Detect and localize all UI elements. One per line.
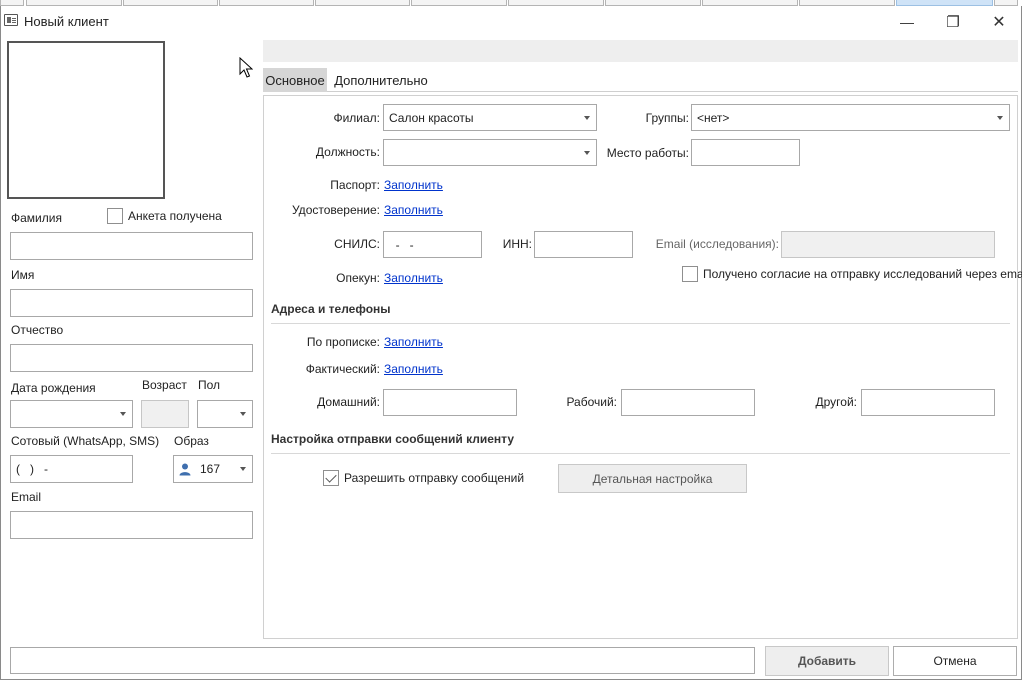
mobile-input[interactable]: ( ) - — [10, 455, 133, 483]
chevron-down-icon — [120, 412, 126, 416]
guardian-fill-link[interactable]: Заполнить — [384, 271, 443, 285]
mobile-label: Сотовый (WhatsApp, SMS) — [11, 434, 160, 448]
background-tab — [702, 0, 798, 6]
actual-address-link[interactable]: Заполнить — [384, 362, 443, 376]
position-dropdown[interactable] — [383, 139, 597, 166]
allow-messages-checkbox[interactable] — [323, 470, 339, 486]
groups-value: <нет> — [697, 110, 730, 125]
background-tab — [0, 0, 24, 6]
user-icon — [179, 463, 191, 476]
surname-input[interactable] — [10, 232, 253, 260]
chevron-down-icon — [240, 467, 246, 471]
detailed-settings-button[interactable]: Детальная настройка — [558, 464, 747, 493]
snils-label: СНИЛС: — [334, 237, 380, 251]
tab-main[interactable]: Основное — [263, 68, 327, 92]
image-label: Образ — [174, 434, 209, 448]
gender-label: Пол — [198, 378, 221, 392]
email-input[interactable] — [10, 511, 253, 539]
home-phone-input[interactable] — [383, 389, 517, 416]
groups-dropdown[interactable]: <нет> — [691, 104, 1010, 131]
patronymic-input[interactable] — [10, 344, 253, 372]
work-phone-label: Рабочий: — [566, 395, 617, 409]
addresses-separator — [271, 323, 1010, 324]
email-research-label: Email (исследования): — [655, 237, 779, 251]
image-dropdown[interactable]: 167 — [173, 455, 253, 483]
questionnaire-label: Анкета получена — [128, 209, 222, 223]
patronymic-label: Отчество — [11, 323, 64, 337]
email-research-input — [781, 231, 995, 258]
background-tab — [123, 0, 218, 6]
inn-label: ИНН: — [502, 237, 532, 251]
surname-label: Фамилия — [11, 211, 62, 225]
passport-label: Паспорт: — [330, 178, 380, 192]
registration-address-link[interactable]: Заполнить — [384, 335, 443, 349]
tab-additional[interactable]: Дополнительно — [331, 68, 431, 92]
photo-box[interactable] — [7, 41, 165, 199]
window-title: Новый клиент — [24, 14, 109, 29]
id-fill-link[interactable]: Заполнить — [384, 203, 443, 217]
guardian-label: Опекун: — [336, 271, 380, 285]
questionnaire-checkbox[interactable] — [107, 208, 123, 224]
background-tab — [26, 0, 122, 6]
add-button[interactable]: Добавить — [765, 646, 889, 676]
background-tab — [799, 0, 895, 6]
background-tab — [994, 0, 1018, 6]
birthdate-dropdown[interactable] — [10, 400, 133, 428]
restore-button[interactable]: ❐ — [938, 10, 968, 34]
branch-label: Филиал: — [333, 111, 380, 125]
email-label: Email — [11, 490, 42, 504]
age-label: Возраст — [142, 378, 187, 392]
chevron-down-icon — [584, 150, 590, 155]
email-consent-label: Получено согласие на отправку исследован… — [703, 267, 1022, 281]
chevron-down-icon — [997, 115, 1003, 120]
name-input[interactable] — [10, 289, 253, 317]
close-button[interactable]: ✕ — [984, 10, 1014, 34]
background-tab — [411, 0, 507, 6]
comment-input[interactable] — [10, 647, 755, 674]
groups-label: Группы: — [645, 111, 689, 125]
background-tab — [896, 0, 993, 6]
snils-input[interactable]: - - — [383, 231, 482, 258]
inn-input[interactable] — [534, 231, 633, 258]
background-tab — [508, 0, 604, 6]
home-phone-label: Домашний: — [317, 395, 380, 409]
passport-fill-link[interactable]: Заполнить — [384, 178, 443, 192]
chevron-down-icon — [584, 115, 590, 120]
messaging-section-title: Настройка отправки сообщений клиенту — [271, 432, 514, 446]
registration-address-label: По прописке: — [306, 335, 380, 349]
age-input — [141, 400, 189, 428]
background-tab — [605, 0, 701, 6]
minimize-button[interactable]: — — [892, 10, 922, 34]
workplace-input[interactable] — [691, 139, 800, 166]
allow-messages-label: Разрешить отправку сообщений — [344, 471, 525, 485]
workplace-label: Место работы: — [606, 146, 689, 160]
addresses-section-title: Адреса и телефоны — [271, 302, 391, 316]
birthdate-label: Дата рождения — [11, 381, 96, 395]
branch-value: Салон красоты — [389, 110, 474, 125]
chevron-down-icon — [240, 412, 246, 416]
image-value: 167 — [200, 462, 221, 476]
other-phone-label: Другой: — [815, 395, 858, 409]
contact-card-icon — [4, 14, 18, 26]
other-phone-input[interactable] — [861, 389, 995, 416]
email-consent-checkbox[interactable] — [682, 266, 698, 282]
gender-dropdown[interactable] — [197, 400, 253, 428]
work-phone-input[interactable] — [621, 389, 755, 416]
background-tab — [315, 0, 410, 6]
cancel-button[interactable]: Отмена — [893, 646, 1017, 676]
id-label: Удостоверение: — [292, 203, 380, 217]
name-label: Имя — [11, 268, 35, 282]
messaging-separator — [271, 453, 1010, 454]
mouse-cursor-icon — [239, 57, 253, 78]
branch-dropdown[interactable]: Салон красоты — [383, 104, 597, 131]
position-label: Должность: — [315, 145, 380, 159]
tab-strip-header — [263, 40, 1018, 62]
background-tab — [219, 0, 314, 6]
actual-address-label: Фактический: — [305, 362, 380, 376]
